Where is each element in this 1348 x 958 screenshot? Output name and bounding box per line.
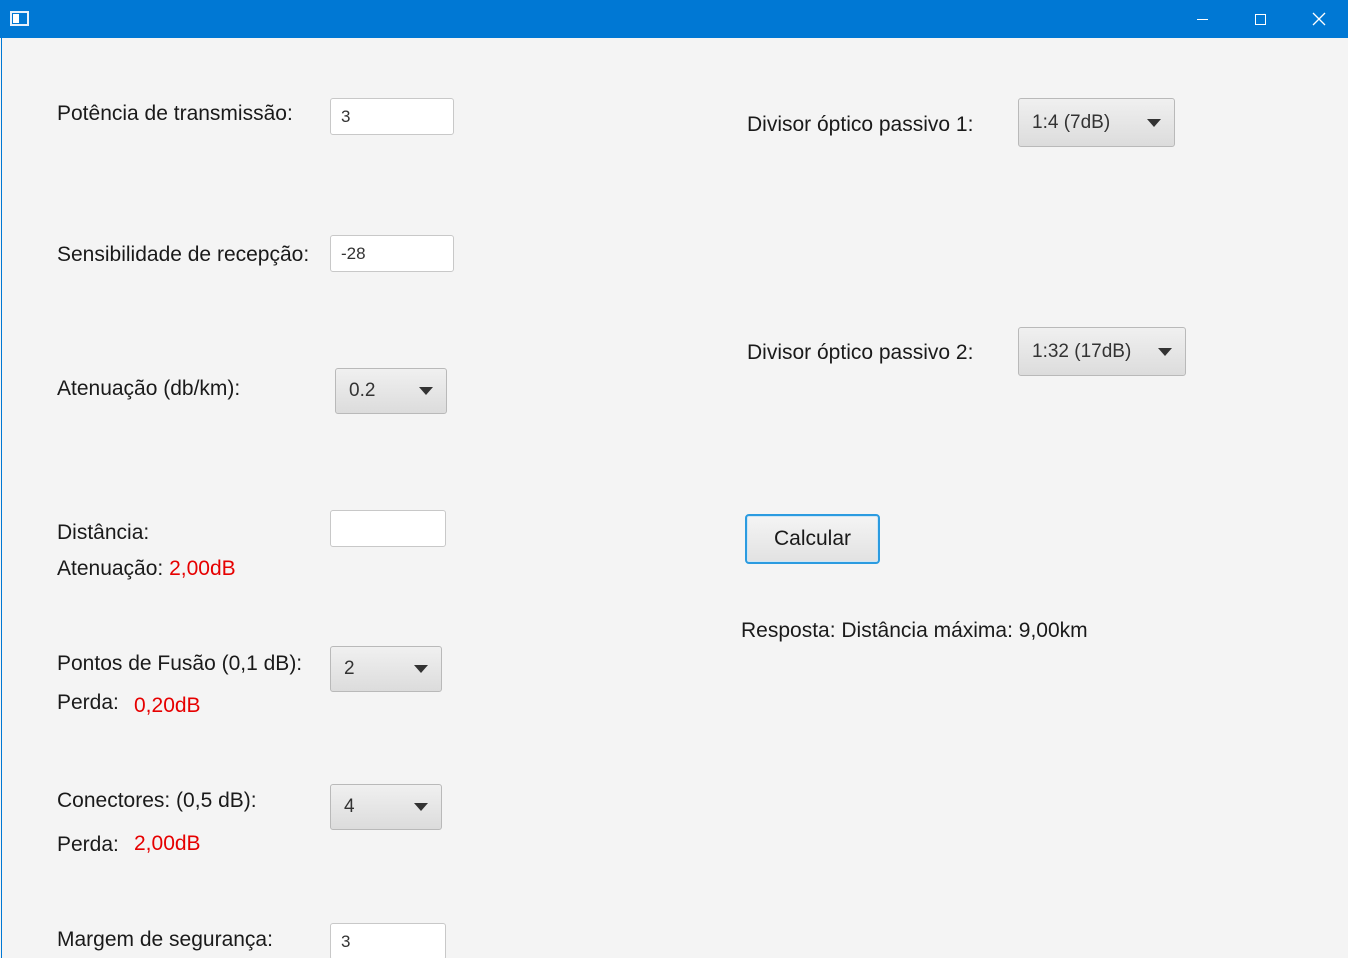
divisor2-select[interactable]: 1:32 (17dB) [1018, 327, 1186, 376]
margem-input[interactable] [330, 923, 446, 958]
atenuacao-result-value: 2,00dB [169, 557, 236, 580]
fusao-perda-label: Perda: [57, 691, 119, 714]
divisor1-select[interactable]: 1:4 (7dB) [1018, 98, 1175, 147]
chevron-down-icon [414, 803, 428, 811]
sensibilidade-input[interactable] [330, 235, 454, 272]
minimize-icon [1196, 18, 1208, 20]
title-bar [0, 0, 1348, 38]
chevron-down-icon [1158, 347, 1172, 356]
maximize-button[interactable] [1231, 0, 1289, 38]
distancia-label: Distância: [57, 521, 150, 544]
sensibilidade-label: Sensibilidade de recepção: [57, 243, 310, 266]
chevron-down-icon [414, 665, 428, 673]
divisor2-value: 1:32 (17dB) [1032, 340, 1132, 362]
atenuacao-km-value: 0.2 [349, 380, 376, 401]
fusao-perda-value: 0,20dB [134, 694, 201, 717]
atenuacao-km-label: Atenuação (db/km): [57, 377, 241, 400]
maximize-icon [1254, 13, 1266, 25]
minimize-button[interactable] [1173, 0, 1231, 38]
close-icon [1312, 12, 1326, 26]
atenuacao-result: Atenuação: 2,00dB [57, 557, 236, 581]
potencia-input[interactable] [330, 98, 454, 135]
fusao-select[interactable]: 2 [330, 646, 442, 692]
app-icon [10, 11, 29, 26]
fusao-value: 2 [344, 658, 355, 679]
divisor2-label: Divisor óptico passivo 2: [747, 341, 974, 364]
margem-label: Margem de segurança: [57, 928, 273, 951]
main-panel [1, 38, 1347, 958]
atenuacao-km-select[interactable]: 0.2 [335, 368, 447, 414]
divisor1-label: Divisor óptico passivo 1: [747, 113, 974, 136]
atenuacao-result-label: Atenuação: [57, 557, 164, 580]
fusao-label: Pontos de Fusão (0,1 dB): [57, 652, 303, 675]
chevron-down-icon [419, 387, 433, 395]
close-button[interactable] [1290, 0, 1348, 38]
conectores-perda-label: Perda: [57, 833, 119, 856]
conectores-perda-value: 2,00dB [134, 832, 201, 855]
conectores-label: Conectores: (0,5 dB): [57, 789, 257, 812]
calcular-button[interactable]: Calcular [745, 514, 880, 564]
potencia-label: Potência de transmissão: [57, 102, 293, 125]
conectores-select[interactable]: 4 [330, 784, 442, 830]
distancia-input[interactable] [330, 510, 446, 547]
resposta-text: Resposta: Distância máxima: 9,00km [741, 619, 1088, 642]
conectores-value: 4 [344, 796, 355, 817]
divisor1-value: 1:4 (7dB) [1032, 111, 1111, 133]
chevron-down-icon [1147, 118, 1161, 127]
